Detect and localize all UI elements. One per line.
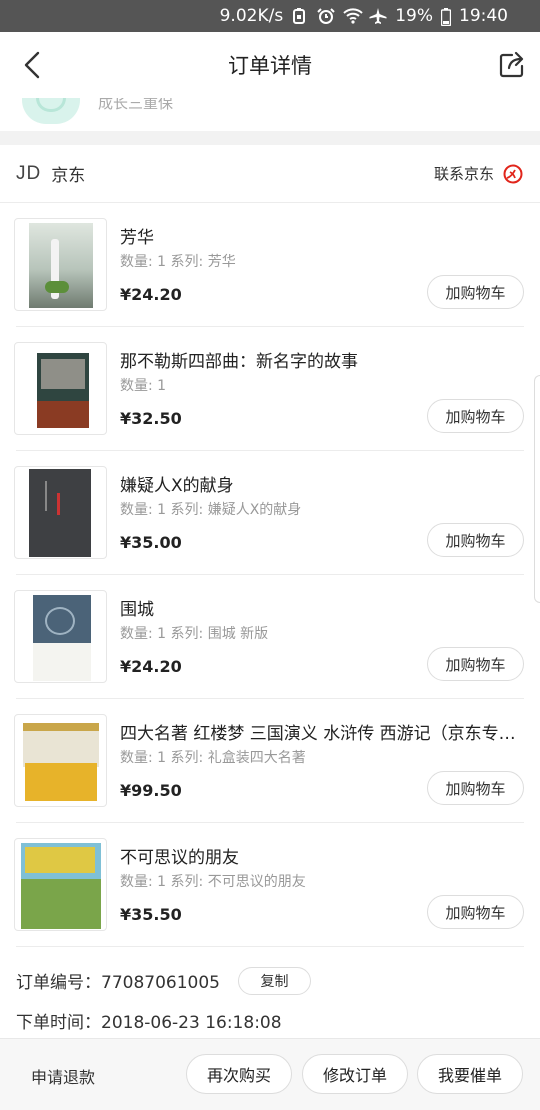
item-title[interactable]: 不可思议的朋友 (120, 843, 524, 868)
store-name: 京东 (51, 166, 86, 186)
contact-label: 联系京东 (433, 165, 494, 183)
chevron-left-icon (24, 51, 40, 79)
battery-percent: 19% (395, 6, 433, 26)
copy-order-number-button[interactable]: 复制 (238, 967, 311, 995)
alarm-icon (317, 8, 335, 24)
item-meta: 数量: 1 系列: 礼盒装四大名著 (120, 750, 306, 766)
item-price: ¥24.20 (120, 657, 182, 676)
add-to-cart-button[interactable]: 加购物车 (427, 895, 524, 929)
urge-order-button[interactable]: 我要催单 (417, 1054, 523, 1094)
protection-text: 成长三重保 (98, 98, 174, 112)
battery-icon (441, 8, 451, 26)
list-item: 不可思议的朋友 数量: 1 系列: 不可思议的朋友 ¥35.50 加购物车 (14, 823, 524, 947)
item-title[interactable]: 四大名著 红楼梦 三国演义 水浒传 西游记（京东专… (120, 719, 524, 744)
add-to-cart-button[interactable]: 加购物车 (427, 647, 524, 681)
item-title[interactable]: 芳华 (120, 223, 524, 248)
item-meta: 数量: 1 系列: 嫌疑人X的献身 (120, 502, 302, 518)
list-item: 那不勒斯四部曲：新名字的故事 数量: 1 ¥32.50 加购物车 (14, 327, 524, 451)
book-cover-image[interactable] (14, 342, 107, 435)
bottom-action-bar: 申请退款 再次购买 修改订单 我要催单 (0, 1038, 540, 1110)
add-to-cart-button[interactable]: 加购物车 (427, 523, 524, 557)
item-meta: 数量: 1 系列: 芳华 (120, 254, 236, 270)
book-cover-image[interactable] (14, 714, 107, 807)
store-header: JD 京东 联系京东 (0, 145, 540, 203)
list-item: 嫌疑人X的献身 数量: 1 系列: 嫌疑人X的献身 ¥35.00 加购物车 (14, 451, 524, 575)
jd-logo-icon: JD (16, 162, 42, 184)
share-button[interactable] (498, 49, 526, 79)
item-price: ¥35.00 (120, 533, 182, 552)
order-items-list: 芳华 数量: 1 系列: 芳华 ¥24.20 加购物车 那不勒斯四部曲：新名字的… (0, 203, 540, 947)
back-button[interactable] (20, 50, 46, 80)
request-refund-link[interactable]: 申请退款 (31, 1064, 95, 1088)
item-price: ¥24.20 (120, 285, 182, 304)
item-price: ¥32.50 (120, 409, 182, 428)
item-price: ¥99.50 (120, 781, 182, 800)
contact-store-button[interactable]: 联系京东 (434, 163, 524, 185)
item-title[interactable]: 嫌疑人X的献身 (120, 471, 524, 496)
airplane-mode-icon (369, 8, 387, 24)
book-cover-image[interactable] (14, 590, 107, 683)
shield-icon (22, 98, 80, 124)
item-meta: 数量: 1 系列: 围城 新版 (120, 626, 269, 642)
share-icon (499, 51, 524, 78)
list-item: 围城 数量: 1 系列: 围城 新版 ¥24.20 加购物车 (14, 575, 524, 699)
battery-saver-icon (291, 8, 309, 24)
order-time: 下单时间：2018-06-23 16:18:08 (16, 1013, 282, 1033)
buy-again-button[interactable]: 再次购买 (186, 1054, 292, 1094)
status-bar: 9.02K/s 19% 19:40 (0, 0, 540, 32)
book-cover-image[interactable] (14, 466, 107, 559)
page-title: 订单详情 (228, 54, 312, 78)
book-cover-image[interactable] (14, 838, 107, 931)
item-meta: 数量: 1 (120, 378, 167, 394)
customer-service-icon (503, 164, 523, 183)
network-speed: 9.02K/s (219, 6, 284, 26)
add-to-cart-button[interactable]: 加购物车 (427, 399, 524, 433)
clock-time: 19:40 (459, 6, 508, 26)
section-divider (0, 131, 540, 145)
wifi-icon (343, 8, 363, 24)
protection-banner: 成长三重保 (0, 98, 540, 131)
item-meta: 数量: 1 系列: 不可思议的朋友 (120, 874, 306, 890)
order-info: 订单编号：77087061005 复制 下单时间：2018-06-23 16:1… (0, 948, 540, 1038)
item-title[interactable]: 围城 (120, 595, 524, 620)
item-price: ¥35.50 (120, 905, 182, 924)
scroll-edge-handle[interactable] (534, 375, 540, 603)
list-item: 芳华 数量: 1 系列: 芳华 ¥24.20 加购物车 (14, 203, 524, 327)
add-to-cart-button[interactable]: 加购物车 (427, 275, 524, 309)
order-number: 订单编号：77087061005 (16, 973, 220, 993)
item-title[interactable]: 那不勒斯四部曲：新名字的故事 (120, 347, 524, 372)
list-item: 四大名著 红楼梦 三国演义 水浒传 西游记（京东专… 数量: 1 系列: 礼盒装… (14, 699, 524, 823)
book-cover-image[interactable] (14, 218, 107, 311)
nav-bar: 订单详情 (0, 32, 540, 98)
add-to-cart-button[interactable]: 加购物车 (427, 771, 524, 805)
modify-order-button[interactable]: 修改订单 (302, 1054, 408, 1094)
